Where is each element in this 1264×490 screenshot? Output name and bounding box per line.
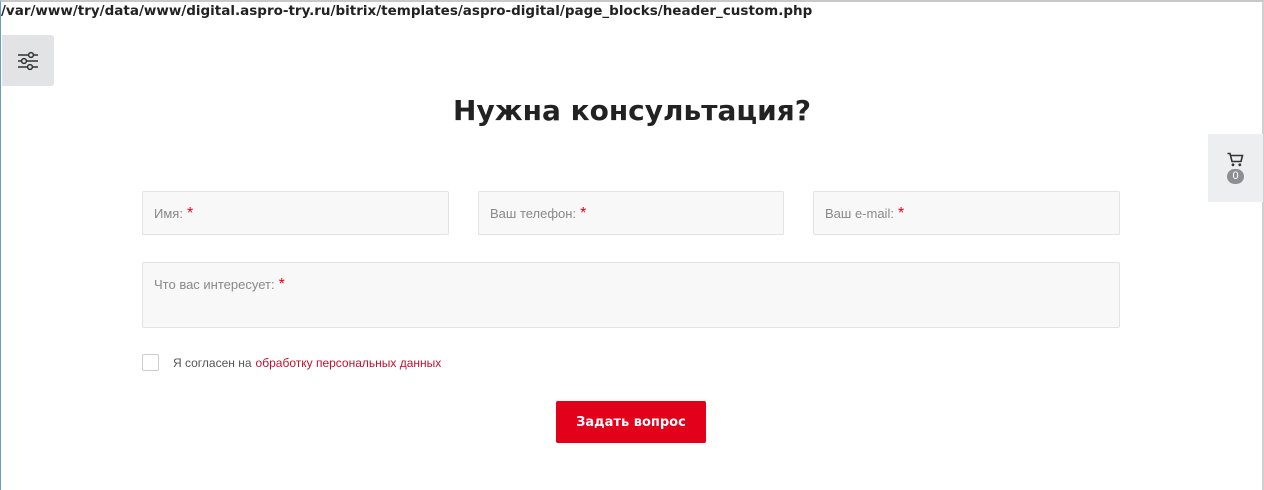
submit-question-button[interactable]: Задать вопрос [556, 401, 706, 443]
privacy-policy-link[interactable]: обработку персональных данных [256, 356, 442, 370]
email-field[interactable]: Ваш e-mail: * [813, 191, 1120, 235]
required-mark: * [897, 205, 905, 222]
phone-field-label: Ваш телефон: * [490, 205, 587, 222]
interest-textarea[interactable]: Что вас интересует: * [142, 262, 1120, 328]
page: /var/www/try/data/www/digital.aspro-try.… [0, 0, 1264, 490]
name-field[interactable]: Имя: * [142, 191, 449, 235]
consent-text: Я согласен на [173, 355, 252, 370]
email-field-label: Ваш e-mail: * [825, 205, 905, 222]
cart-widget[interactable]: 0 [1208, 134, 1263, 202]
required-mark: * [278, 276, 285, 293]
template-path-text: /var/www/try/data/www/digital.aspro-try.… [1, 3, 813, 19]
consent-row: Я согласен на обработку персональных дан… [142, 354, 441, 371]
cart-icon [1227, 152, 1244, 167]
consent-checkbox[interactable] [142, 354, 159, 371]
phone-field[interactable]: Ваш телефон: * [478, 191, 784, 235]
name-field-label: Имя: * [154, 205, 194, 222]
required-mark: * [186, 205, 194, 222]
cart-count-badge: 0 [1227, 169, 1244, 184]
sliders-icon [18, 51, 38, 70]
page-title: Нужна консультация? [453, 94, 811, 127]
required-mark: * [580, 205, 587, 222]
interest-field-label: Что вас интересует: * [154, 276, 285, 293]
filter-settings-button[interactable] [2, 35, 54, 86]
